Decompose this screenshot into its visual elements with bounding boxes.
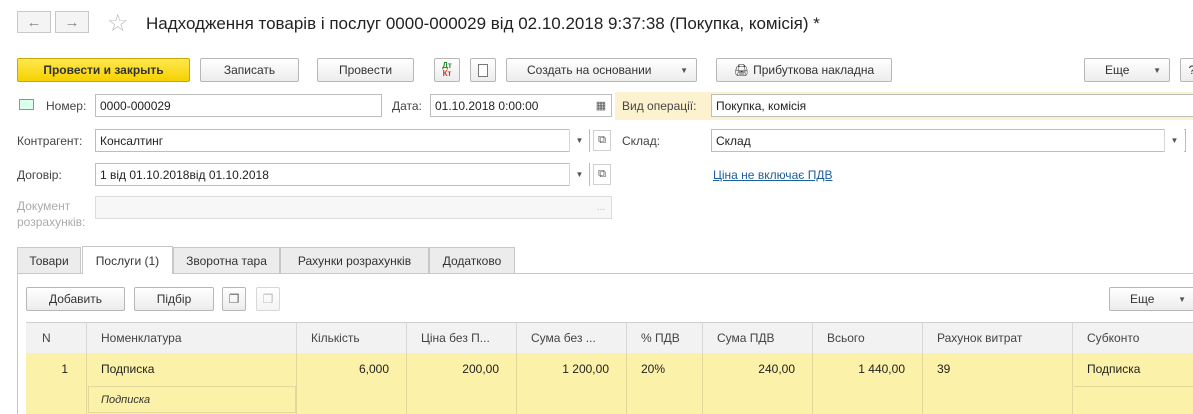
column-header-vat-rate[interactable]: % ПДВ bbox=[627, 323, 703, 353]
tab-returnable-packaging[interactable]: Зворотна тара bbox=[173, 247, 280, 273]
tab-settlement-accounts[interactable]: Рахунки розрахунків bbox=[280, 247, 429, 273]
row-number: 1 bbox=[26, 353, 87, 385]
counterparty-label: Контрагент: bbox=[17, 134, 83, 148]
row-price[interactable]: 200,00 bbox=[407, 353, 517, 385]
settlement-doc-field bbox=[95, 196, 612, 219]
arrow-left-icon: ← bbox=[26, 13, 42, 31]
posted-status-icon bbox=[19, 99, 34, 110]
settlement-doc-select-icon: ... bbox=[596, 202, 606, 213]
dt-kt-button[interactable]: Дт Кт bbox=[434, 58, 460, 82]
favorite-star-icon[interactable]: ☆ bbox=[107, 9, 129, 38]
row-item[interactable]: Подписка bbox=[87, 353, 297, 385]
row-vat-rate[interactable]: 20% bbox=[627, 353, 703, 385]
row-item-content-frame bbox=[88, 386, 296, 413]
paste-row-button[interactable]: ❐ bbox=[256, 287, 280, 311]
post-and-close-button[interactable]: Провести и закрыть bbox=[17, 58, 190, 82]
add-button[interactable]: Добавить bbox=[26, 287, 125, 311]
date-field[interactable]: 01.10.2018 0:00:00 bbox=[430, 94, 612, 117]
help-button[interactable]: ? bbox=[1180, 58, 1193, 82]
paste-icon: ❐ bbox=[262, 292, 274, 306]
row-vat-sum[interactable]: 240,00 bbox=[703, 353, 813, 385]
tab-additional[interactable]: Додатково bbox=[429, 247, 515, 273]
date-value: 01.10.2018 0:00:00 bbox=[435, 98, 539, 113]
warehouse-field[interactable]: Склад bbox=[711, 129, 1186, 152]
table-more-label: Еще bbox=[1130, 292, 1155, 306]
chevron-down-icon: ▼ bbox=[1178, 294, 1186, 304]
column-header-price[interactable]: Ціна без П... bbox=[407, 323, 517, 353]
row-number-blank bbox=[26, 385, 87, 414]
post-button[interactable]: Провести bbox=[317, 58, 414, 82]
row-subconto-second-cell bbox=[1074, 386, 1193, 413]
row-sum-blank bbox=[517, 385, 627, 414]
back-button[interactable]: ← bbox=[17, 11, 51, 33]
row-quantity-blank bbox=[297, 385, 407, 414]
document-icon bbox=[478, 63, 488, 77]
forward-button[interactable]: → bbox=[55, 11, 89, 33]
counterparty-dropdown-icon[interactable]: ▼ bbox=[569, 129, 589, 152]
print-receipt-label: Прибуткова накладна bbox=[753, 63, 875, 77]
dt-kt-icon: Дт Кт bbox=[442, 61, 452, 78]
warehouse-dropdown-icon[interactable]: ▼ bbox=[1164, 129, 1184, 152]
chevron-down-icon: ▼ bbox=[1153, 65, 1161, 75]
row-quantity[interactable]: 6,000 bbox=[297, 353, 407, 385]
column-header-quantity[interactable]: Кількість bbox=[297, 323, 407, 353]
create-based-on-button[interactable]: Создать на основании ▼ bbox=[506, 58, 697, 82]
column-header-total[interactable]: Всього bbox=[813, 323, 923, 353]
vat-mode-link[interactable]: Ціна не включає ПДВ bbox=[713, 168, 832, 182]
number-field[interactable]: 0000-000029 bbox=[95, 94, 382, 117]
operation-label: Вид операції: bbox=[622, 99, 697, 113]
copy-row-button[interactable]: ❐ bbox=[222, 287, 246, 311]
contract-label: Договір: bbox=[17, 168, 62, 182]
row-sum[interactable]: 1 200,00 bbox=[517, 353, 627, 385]
column-header-item[interactable]: Номенклатура bbox=[87, 323, 297, 353]
column-header-vat-sum[interactable]: Сума ПДВ bbox=[703, 323, 813, 353]
window-title: Надходження товарів і послуг 0000-000029… bbox=[146, 14, 820, 33]
calendar-icon[interactable]: ▦ bbox=[592, 95, 610, 116]
chevron-down-icon: ▼ bbox=[680, 65, 688, 75]
row-vat-sum-blank bbox=[703, 385, 813, 414]
counterparty-open-icon[interactable]: ⧉ bbox=[593, 130, 611, 151]
tab-services[interactable]: Послуги (1) bbox=[82, 246, 173, 274]
report-button[interactable] bbox=[470, 58, 496, 82]
column-header-account[interactable]: Рахунок витрат bbox=[923, 323, 1073, 353]
row-subconto[interactable]: Подписка bbox=[1073, 353, 1193, 385]
print-receipt-button[interactable]: 🖨 Прибуткова накладна bbox=[716, 58, 892, 82]
row-total-blank bbox=[813, 385, 923, 414]
row-account[interactable]: 39 bbox=[923, 353, 1073, 385]
column-header-subconto[interactable]: Субконто bbox=[1073, 323, 1193, 353]
printer-icon: 🖨 bbox=[733, 63, 750, 77]
tab-goods[interactable]: Товари bbox=[17, 247, 81, 273]
more-label: Еще bbox=[1105, 63, 1130, 77]
write-button[interactable]: Записать bbox=[200, 58, 299, 82]
row-price-blank bbox=[407, 385, 517, 414]
column-header-sum[interactable]: Сума без ... bbox=[517, 323, 627, 353]
date-label: Дата: bbox=[392, 99, 422, 113]
contract-field[interactable]: 1 від 01.10.2018від 01.10.2018 bbox=[95, 163, 590, 186]
select-button[interactable]: Підбір bbox=[134, 287, 214, 311]
create-based-label: Создать на основании bbox=[527, 63, 652, 77]
row-vat-rate-blank bbox=[627, 385, 703, 414]
copy-icon: ❐ bbox=[228, 292, 240, 306]
row-account-blank bbox=[923, 385, 1073, 414]
number-label: Номер: bbox=[46, 99, 87, 113]
contract-open-icon[interactable]: ⧉ bbox=[593, 164, 611, 185]
column-header-n[interactable]: N bbox=[26, 323, 87, 353]
arrow-right-icon: → bbox=[64, 13, 80, 31]
warehouse-label: Склад: bbox=[622, 134, 661, 148]
counterparty-field[interactable]: Консалтинг bbox=[95, 129, 590, 152]
operation-field[interactable]: Покупка, комісія bbox=[711, 94, 1193, 117]
settlement-doc-label: Документ розрахунків: bbox=[17, 199, 86, 229]
table-more-button[interactable]: Еще ▼ bbox=[1109, 287, 1193, 311]
row-total[interactable]: 1 440,00 bbox=[813, 353, 923, 385]
contract-dropdown-icon[interactable]: ▼ bbox=[569, 163, 589, 186]
more-button[interactable]: Еще ▼ bbox=[1084, 58, 1170, 82]
